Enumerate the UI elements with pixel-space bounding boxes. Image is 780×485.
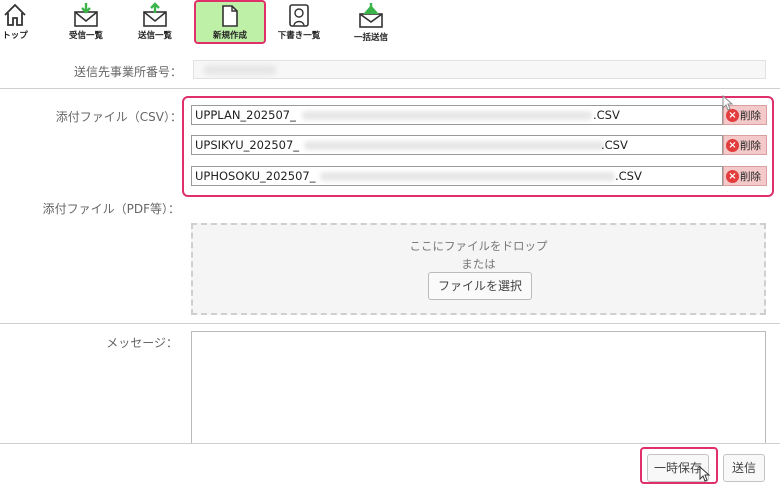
delete-label: 削除 bbox=[740, 139, 761, 152]
close-circle-icon: × bbox=[726, 169, 739, 183]
csv-file-extension: .CSV bbox=[601, 138, 628, 152]
choose-file-button[interactable]: ファイルを選択 bbox=[428, 272, 532, 300]
divider bbox=[0, 323, 780, 324]
mouse-cursor-icon bbox=[699, 466, 711, 482]
csv-file-row: UPSIKYU_202507_ .CSV bbox=[191, 135, 723, 155]
redacted-file-name bbox=[304, 141, 604, 150]
redacted-file-name bbox=[320, 172, 615, 181]
bulk-send-icon bbox=[359, 3, 383, 28]
csv-file-name: UPPLAN_202507_ bbox=[195, 108, 296, 122]
office-number-label: 送信先事業所番号： bbox=[73, 65, 182, 79]
redacted-file-name bbox=[302, 111, 592, 120]
file-drop-zone[interactable]: ここにファイルをドロップ または ファイルを選択 bbox=[191, 223, 766, 315]
toolbar-inbox[interactable]: 受信一覧 bbox=[62, 0, 110, 44]
divider bbox=[0, 443, 780, 444]
delete-label: 削除 bbox=[740, 109, 761, 122]
toolbar-drafts[interactable]: 下書き一覧 bbox=[273, 0, 325, 44]
toolbar-inbox-label: 受信一覧 bbox=[68, 31, 103, 41]
delete-label: 削除 bbox=[740, 170, 761, 183]
drop-or: または bbox=[461, 257, 496, 271]
home-icon bbox=[4, 3, 26, 26]
divider bbox=[0, 88, 780, 89]
message-textarea[interactable] bbox=[191, 331, 766, 443]
toolbar-bulk-send-label: 一括送信 bbox=[353, 33, 388, 43]
drop-hint: ここにファイルをドロップ bbox=[409, 239, 548, 253]
toolbar-new[interactable]: 新規作成 bbox=[194, 0, 266, 44]
delete-file-button[interactable]: × 削除 bbox=[723, 135, 767, 155]
redacted-office-number bbox=[204, 65, 276, 75]
toolbar-outbox-label: 送信一覧 bbox=[137, 31, 172, 41]
new-document-icon bbox=[222, 5, 238, 27]
toolbar-outbox[interactable]: 送信一覧 bbox=[131, 0, 179, 44]
outbox-icon bbox=[143, 2, 167, 27]
close-circle-icon: × bbox=[726, 138, 739, 152]
csv-file-name: UPSIKYU_202507_ bbox=[195, 138, 300, 152]
csv-file-name: UPHOSOKU_202507_ bbox=[195, 169, 316, 183]
csv-file-row: UPPLAN_202507_ .CSV bbox=[191, 105, 723, 125]
csv-file-row: UPHOSOKU_202507_ .CSV bbox=[191, 166, 723, 186]
toolbar-drafts-label: 下書き一覧 bbox=[277, 31, 321, 41]
delete-file-button[interactable]: × 削除 bbox=[723, 166, 767, 186]
inbox-icon bbox=[74, 3, 98, 27]
toolbar-new-label: 新規作成 bbox=[212, 31, 247, 41]
toolbar-top-label: トップ bbox=[2, 31, 28, 41]
csv-file-extension: .CSV bbox=[615, 169, 642, 183]
mouse-cursor-icon bbox=[722, 95, 734, 111]
pdf-attachment-label: 添付ファイル（PDF等）： bbox=[42, 202, 180, 216]
draft-icon bbox=[289, 4, 309, 27]
office-number-field[interactable] bbox=[193, 60, 766, 79]
toolbar-bulk-send[interactable]: 一括送信 bbox=[347, 0, 395, 44]
toolbar: トップ 受信一覧 送信一覧 新規作成 下書き一覧 一括送信 bbox=[0, 0, 780, 48]
new-message-page: トップ 受信一覧 送信一覧 新規作成 下書き一覧 一括送信 送信先事業所番号： … bbox=[0, 0, 780, 485]
csv-file-extension: .CSV bbox=[593, 108, 620, 122]
toolbar-top[interactable]: トップ bbox=[0, 0, 30, 44]
csv-attachment-label: 添付ファイル（CSV）： bbox=[55, 110, 182, 124]
send-button[interactable]: 送信 bbox=[723, 454, 765, 482]
message-label: メッセージ： bbox=[106, 336, 178, 350]
